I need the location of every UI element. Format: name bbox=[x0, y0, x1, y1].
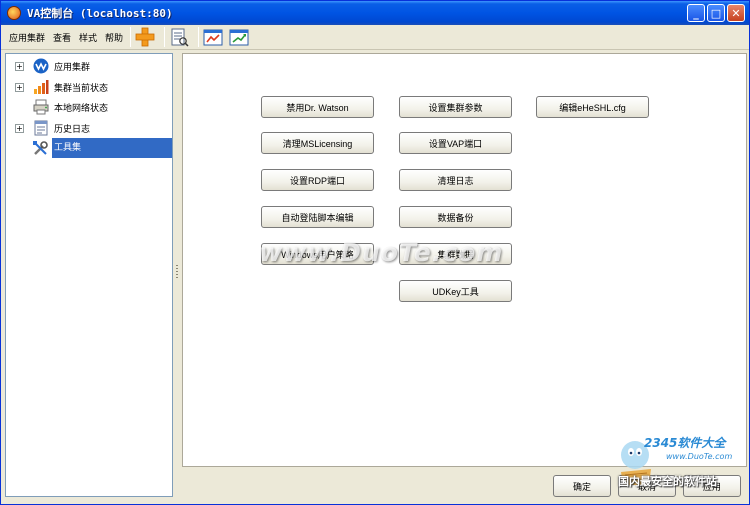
chart-icon bbox=[203, 29, 223, 46]
tree-node-label: 历史日志 bbox=[54, 124, 91, 135]
tree-node-cluster-status[interactable]: + 集群当前状态 bbox=[6, 77, 172, 97]
window-controls: _ □ ✕ bbox=[687, 4, 745, 22]
bar-chart-icon bbox=[32, 79, 49, 96]
toolbar-separator bbox=[164, 27, 166, 47]
content-area: + 应用集群 + 集群当前状态 本地网络状态 + 历史日志 工具集 禁用Dr. … bbox=[5, 53, 747, 501]
va-logo-icon bbox=[32, 58, 49, 75]
minimize-button[interactable]: _ bbox=[687, 4, 705, 22]
expand-icon[interactable]: + bbox=[15, 123, 24, 133]
tree-node-history-log[interactable]: + 历史日志 bbox=[6, 118, 172, 138]
menu-app-cluster[interactable]: 应用集群 bbox=[6, 31, 48, 44]
cluster-data-button[interactable]: 集群数据 bbox=[399, 243, 512, 265]
navigation-tree: + 应用集群 + 集群当前状态 本地网络状态 + 历史日志 工具集 bbox=[5, 53, 173, 497]
toolbar-separator bbox=[130, 27, 132, 47]
chart-button[interactable] bbox=[202, 26, 224, 48]
data-backup-button[interactable]: 数据备份 bbox=[399, 206, 512, 228]
clean-mslicensing-button[interactable]: 清理MSLicensing bbox=[261, 132, 374, 154]
url-watermark: www.DuoTe.com bbox=[666, 452, 733, 461]
close-button[interactable]: ✕ bbox=[727, 4, 745, 22]
disable-dr-watson-button[interactable]: 禁用Dr. Watson bbox=[261, 96, 374, 118]
network-printer-icon bbox=[32, 99, 49, 116]
set-vap-port-button[interactable]: 设置VAP端口 bbox=[399, 132, 512, 154]
expand-icon[interactable]: + bbox=[15, 82, 24, 92]
menu-style[interactable]: 样式 bbox=[76, 31, 100, 44]
add-button[interactable] bbox=[134, 26, 156, 48]
log-icon bbox=[32, 120, 49, 137]
window-title: VA控制台 (localhost:80) bbox=[27, 7, 173, 20]
menu-view[interactable]: 查看 bbox=[50, 31, 74, 44]
menu-help[interactable]: 帮助 bbox=[102, 31, 126, 44]
main-window: VA控制台 (localhost:80) _ □ ✕ 应用集群 查看 样式 帮助 bbox=[0, 0, 750, 505]
title-bar[interactable]: VA控制台 (localhost:80) _ □ ✕ bbox=[1, 1, 749, 25]
clean-log-button[interactable]: 清理日志 bbox=[399, 169, 512, 191]
add-icon bbox=[135, 27, 155, 47]
tree-node-app-cluster[interactable]: + 应用集群 bbox=[6, 56, 172, 76]
refresh-button[interactable] bbox=[228, 26, 250, 48]
app-icon bbox=[7, 6, 21, 20]
expand-icon[interactable]: + bbox=[15, 61, 24, 71]
maximize-button[interactable]: □ bbox=[707, 4, 725, 22]
edit-ehashl-cfg-button[interactable]: 编辑eHeSHL.cfg bbox=[536, 96, 649, 118]
tree-node-local-network[interactable]: 本地网络状态 bbox=[6, 97, 172, 117]
brand-watermark: 2345软件大全 bbox=[644, 436, 726, 450]
tools-icon bbox=[32, 140, 49, 157]
tree-node-label: 工具集 bbox=[52, 138, 172, 158]
menu-bar: 应用集群 查看 样式 帮助 bbox=[1, 25, 749, 50]
toolbar-separator bbox=[198, 27, 200, 47]
tools-panel: 禁用Dr. Watson 清理MSLicensing 设置RDP端口 自动登陆脚… bbox=[182, 53, 747, 467]
udkey-tool-button[interactable]: UDKey工具 bbox=[399, 280, 512, 302]
splitter-handle[interactable] bbox=[176, 265, 178, 279]
windows-user-policy-button[interactable]: Windows用户策略 bbox=[261, 243, 374, 265]
tree-node-toolset[interactable]: 工具集 bbox=[6, 138, 172, 158]
tree-node-label: 集群当前状态 bbox=[54, 83, 109, 94]
ok-button[interactable]: 确定 bbox=[553, 475, 611, 497]
auto-login-script-button[interactable]: 自动登陆脚本编辑 bbox=[261, 206, 374, 228]
set-cluster-params-button[interactable]: 设置集群参数 bbox=[399, 96, 512, 118]
tree-node-label: 本地网络状态 bbox=[54, 103, 109, 114]
refresh-icon bbox=[229, 29, 249, 46]
slogan-watermark: 国内最安全的软件站 bbox=[618, 475, 717, 488]
tree-node-label: 应用集群 bbox=[54, 62, 91, 73]
document-button[interactable] bbox=[168, 26, 190, 48]
set-rdp-port-button[interactable]: 设置RDP端口 bbox=[261, 169, 374, 191]
document-icon bbox=[171, 28, 189, 47]
